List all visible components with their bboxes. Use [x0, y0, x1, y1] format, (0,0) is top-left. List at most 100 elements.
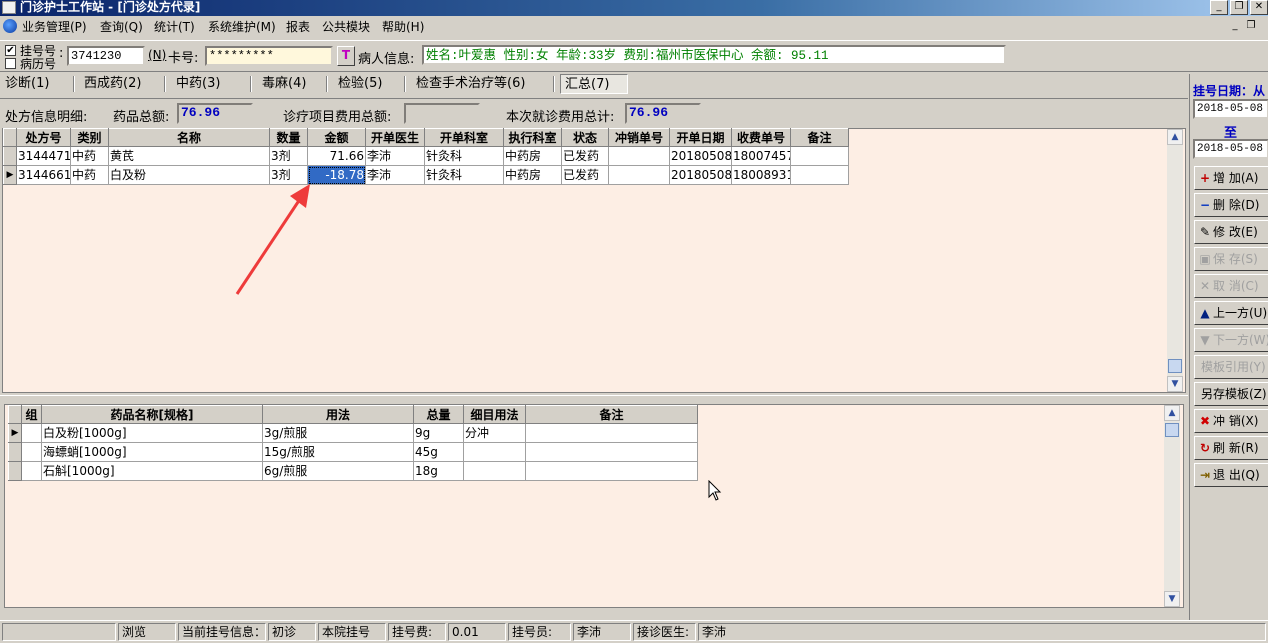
save-button[interactable]: ▣ 保 存(S): [1194, 247, 1268, 271]
menu-help[interactable]: 帮助(H): [382, 18, 424, 35]
col-detail-remark[interactable]: 备注: [525, 405, 698, 424]
cell-detail-remark[interactable]: [525, 423, 698, 443]
scroll-thumb[interactable]: [1168, 359, 1182, 373]
col-group[interactable]: 组: [21, 405, 42, 424]
col-item-usage[interactable]: 细目用法: [463, 405, 526, 424]
table-row[interactable]: ▶ 白及粉[1000g] 3g/煎服 9g 分冲: [8, 423, 698, 443]
edit-button[interactable]: ✎ 修 改(E): [1194, 220, 1268, 244]
mdi-restore-icon[interactable]: ❐: [1243, 20, 1259, 34]
cell-detail-remark[interactable]: [525, 442, 698, 462]
menu-public[interactable]: 公共模块: [322, 18, 370, 35]
refresh-button[interactable]: ↻ 刷 新(R): [1194, 436, 1268, 460]
cell-item-usage[interactable]: 分冲: [463, 423, 526, 443]
mdi-minimize-icon[interactable]: _: [1227, 20, 1243, 34]
col-name[interactable]: 名称: [108, 128, 270, 147]
reg-no-checkbox[interactable]: ✔: [5, 45, 16, 56]
scroll-up-icon[interactable]: ▲: [1164, 405, 1180, 421]
cell-group[interactable]: [21, 423, 42, 443]
table-row[interactable]: 海螵蛸[1000g] 15g/煎服 45g: [8, 442, 698, 462]
scroll-down-icon[interactable]: ▼: [1164, 591, 1180, 607]
scroll-thumb[interactable]: [1165, 423, 1179, 437]
cell-item-usage[interactable]: [463, 461, 526, 481]
cell-total[interactable]: 9g: [413, 423, 464, 443]
col-doctor[interactable]: 开单医生: [365, 128, 425, 147]
cell-date[interactable]: 20180508: [669, 165, 732, 185]
scroll-up-icon[interactable]: ▲: [1167, 129, 1183, 145]
cell-quantity[interactable]: 3剂: [269, 146, 308, 166]
template-use-button[interactable]: 模板引用(Y): [1194, 355, 1268, 379]
tab-lab-test[interactable]: 检验(5): [338, 74, 382, 94]
cell-exec-dept[interactable]: 中药房: [503, 146, 562, 166]
tab-exam-surgery[interactable]: 检查手术治疗等(6): [416, 74, 525, 94]
table-row[interactable]: ▶ 3144661 中药 白及粉 3剂 -18.78 李沛 针灸科 中药房 已发…: [3, 165, 849, 185]
cell-group[interactable]: [21, 461, 42, 481]
row-indicator[interactable]: [8, 442, 22, 462]
menu-reports[interactable]: 报表: [286, 18, 310, 35]
table-row[interactable]: 3144471 中药 黄芪 3剂 71.66 李沛 针灸科 中药房 已发药 20…: [3, 146, 849, 166]
card-reader-icon[interactable]: T: [337, 46, 355, 66]
col-exec-dept[interactable]: 执行科室: [503, 128, 562, 147]
tab-diagnosis[interactable]: 诊断(1): [5, 74, 49, 94]
cell-exec-dept[interactable]: 中药房: [503, 165, 562, 185]
col-remark[interactable]: 备注: [790, 128, 849, 147]
current-row-indicator-icon[interactable]: ▶: [8, 423, 22, 443]
record-no-checkbox[interactable]: [5, 58, 16, 69]
tab-summary[interactable]: 汇总(7): [560, 74, 628, 94]
tab-western-medicine[interactable]: 西成药(2): [84, 74, 141, 94]
cell-total[interactable]: 45g: [413, 442, 464, 462]
cell-status[interactable]: 已发药: [561, 146, 609, 166]
row-indicator[interactable]: [3, 146, 17, 166]
cell-rx-no[interactable]: 3144661: [16, 165, 71, 185]
cell-category[interactable]: 中药: [70, 165, 109, 185]
cell-writeoff-no[interactable]: [608, 146, 670, 166]
table-row[interactable]: 石斛[1000g] 6g/煎服 18g: [8, 461, 698, 481]
cell-doctor[interactable]: 李沛: [365, 146, 425, 166]
cell-date[interactable]: 20180508: [669, 146, 732, 166]
cell-amount[interactable]: 71.66: [307, 146, 366, 166]
cell-total[interactable]: 18g: [413, 461, 464, 481]
col-amount[interactable]: 金额: [307, 128, 366, 147]
col-total[interactable]: 总量: [413, 405, 464, 424]
col-status[interactable]: 状态: [561, 128, 609, 147]
col-quantity[interactable]: 数量: [269, 128, 308, 147]
cell-name[interactable]: 黄芪: [108, 146, 270, 166]
menu-maintenance[interactable]: 系统维护(M): [208, 18, 276, 35]
minimize-button[interactable]: _: [1210, 0, 1228, 15]
cell-rx-no[interactable]: 3144471: [16, 146, 71, 166]
row-indicator[interactable]: [8, 461, 22, 481]
col-rx-no[interactable]: 处方号: [16, 128, 71, 147]
cell-drug-name[interactable]: 白及粉[1000g]: [41, 423, 263, 443]
next-rx-button[interactable]: ▼ 下一方(W): [1194, 328, 1268, 352]
cell-receipt-no[interactable]: 18007457: [731, 146, 791, 166]
date-from-input[interactable]: 2018-05-08: [1193, 99, 1268, 119]
col-usage[interactable]: 用法: [262, 405, 414, 424]
card-input[interactable]: *********: [205, 46, 333, 66]
cell-remark[interactable]: [790, 146, 849, 166]
cell-detail-remark[interactable]: [525, 461, 698, 481]
cell-receipt-no[interactable]: 18008931: [731, 165, 791, 185]
cell-drug-name[interactable]: 石斛[1000g]: [41, 461, 263, 481]
cell-remark[interactable]: [790, 165, 849, 185]
tab-chinese-medicine[interactable]: 中药(3): [176, 74, 220, 94]
reg-no-input[interactable]: 3741230: [67, 46, 145, 66]
cell-item-usage[interactable]: [463, 442, 526, 462]
cell-usage[interactable]: 15g/煎服: [262, 442, 414, 462]
col-writeoff-no[interactable]: 冲销单号: [608, 128, 670, 147]
detail-vertical-scrollbar[interactable]: ▲ ▼: [1164, 405, 1180, 607]
writeoff-button[interactable]: ✖ 冲 销(X): [1194, 409, 1268, 433]
col-receipt-no[interactable]: 收费单号: [731, 128, 791, 147]
current-row-indicator-icon[interactable]: ▶: [3, 165, 17, 185]
cell-dept[interactable]: 针灸科: [424, 146, 504, 166]
splitter[interactable]: [0, 395, 1188, 403]
menu-query[interactable]: 查询(Q): [100, 18, 143, 35]
cell-drug-name[interactable]: 海螵蛸[1000g]: [41, 442, 263, 462]
scroll-down-icon[interactable]: ▼: [1167, 376, 1183, 392]
add-button[interactable]: + 增 加(A): [1194, 166, 1268, 190]
cell-usage[interactable]: 3g/煎服: [262, 423, 414, 443]
cell-dept[interactable]: 针灸科: [424, 165, 504, 185]
exit-button[interactable]: ⇥ 退 出(Q): [1194, 463, 1268, 487]
cell-usage[interactable]: 6g/煎服: [262, 461, 414, 481]
close-button[interactable]: ✕: [1250, 0, 1268, 15]
tab-narcotics[interactable]: 毒麻(4): [262, 74, 306, 94]
menu-business[interactable]: 业务管理(P): [22, 18, 87, 35]
